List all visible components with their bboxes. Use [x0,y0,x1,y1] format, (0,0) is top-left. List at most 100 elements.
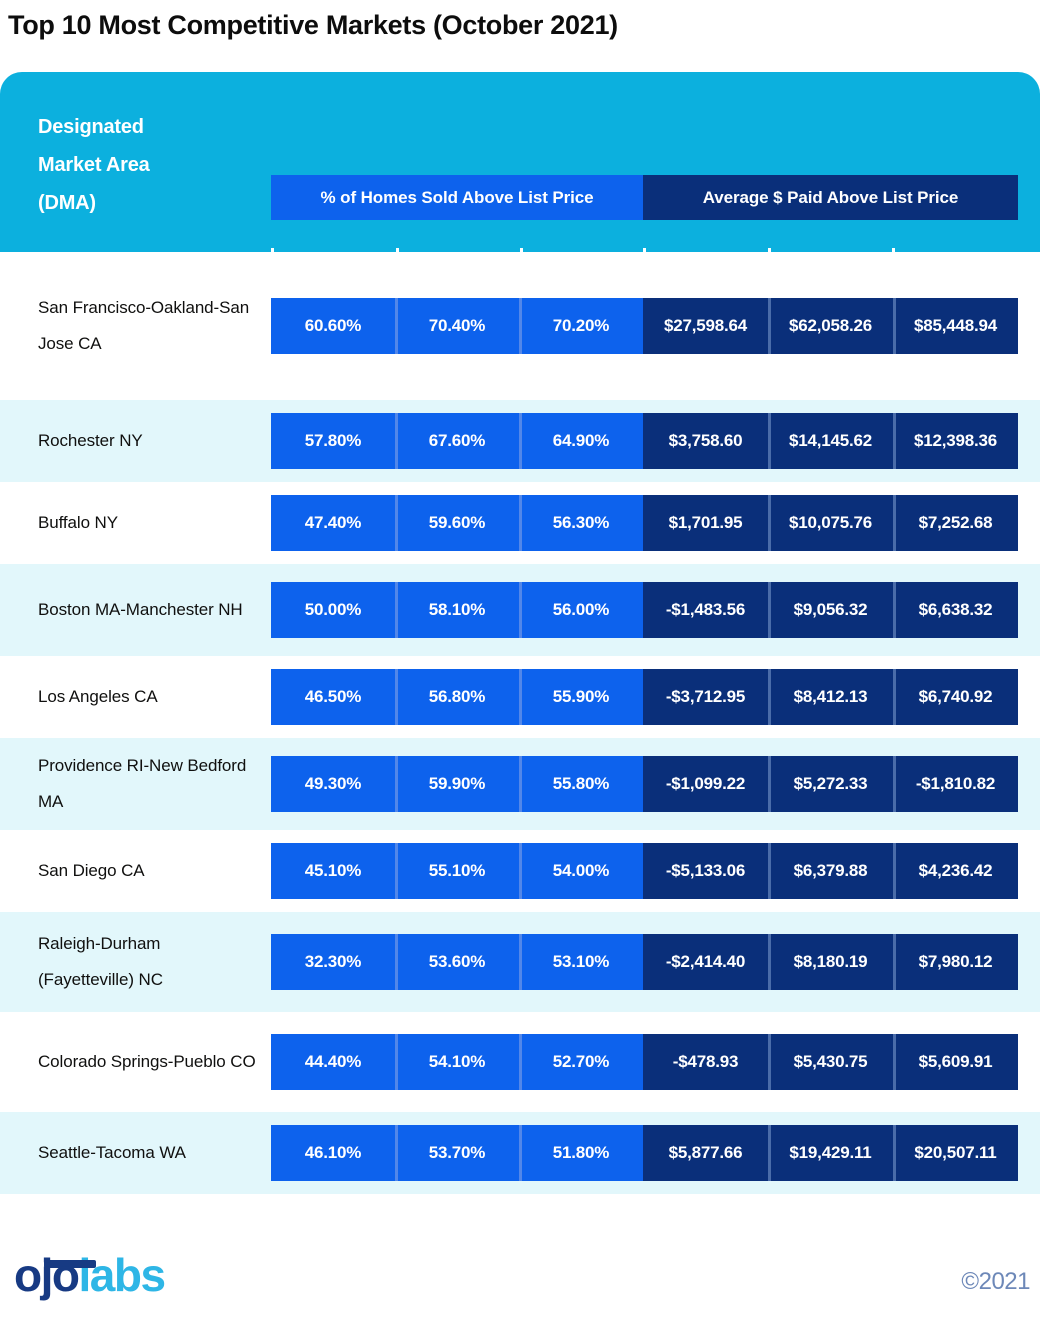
row-values: 32.30% 53.60% 53.10% -$2,414.40 $8,180.19 $7,… [271,934,1018,990]
cell-dollar-1: $14,145.62 [768,413,893,469]
row-values: 47.40% 59.60% 56.30% $1,701.95 $10,075.76 $7,… [271,495,1018,551]
table-row: Boston MA-Manchester NH 50.00% 58.10% 56.00… [0,564,1040,656]
row-values: 50.00% 58.10% 56.00% -$1,483.56 $9,056.32 $6,… [271,582,1018,638]
markets-table: Designated Market Area (DMA) % of Homes … [0,72,1040,1194]
cell-percent-2: 70.20% [519,298,643,354]
cell-dollar-0: $1,701.95 [643,495,768,551]
market-name: Providence RI-New Bedford MA [38,756,247,811]
cell-percent-1: 67.60% [395,413,519,469]
row-header-line-3: (DMA) [38,192,96,214]
cell-percent-2: 51.80% [519,1125,643,1181]
cell-percent-1: 59.60% [395,495,519,551]
cell-dollar-2: $4,236.42 [893,843,1018,899]
row-header-line-1: Designated [38,116,144,138]
cell-dollar-0: -$3,712.95 [643,669,768,725]
cell-percent-2: 52.70% [519,1034,643,1090]
cell-dollar-1: $6,379.88 [768,843,893,899]
cell-dollar-2: $6,740.92 [893,669,1018,725]
cell-dollar-1: $10,075.76 [768,495,893,551]
cell-dollar-1: $9,056.32 [768,582,893,638]
cell-dollar-1: $19,429.11 [768,1125,893,1181]
cell-dollar-2: $7,252.68 [893,495,1018,551]
cell-dollar-0: $27,598.64 [643,298,768,354]
market-name: Raleigh-Durham (Fayetteville) NC [38,934,163,989]
row-values: 60.60% 70.40% 70.20% $27,598.64 $62,058.26 $8… [271,298,1018,354]
cell-percent-1: 54.10% [395,1034,519,1090]
cell-dollar-0: -$5,133.06 [643,843,768,899]
row-values: 49.30% 59.90% 55.80% -$1,099.22 $5,272.33 -$1… [271,756,1018,812]
table-row: Los Angeles CA 46.50% 56.80% 55.90% -$3,712.… [0,656,1040,738]
market-name: San Diego CA [38,861,145,880]
row-values: 45.10% 55.10% 54.00% -$5,133.06 $6,379.88 $4,… [271,843,1018,899]
cell-dollar-2: $85,448.94 [893,298,1018,354]
table-body: San Francisco-Oakland-San Jose CA 60.60% 7… [0,252,1040,1194]
cell-dollar-2: $5,609.91 [893,1034,1018,1090]
cell-percent-2: 55.80% [519,756,643,812]
market-name: Los Angeles CA [38,687,158,706]
cell-percent-0: 60.60% [271,298,395,354]
cell-percent-0: 49.30% [271,756,395,812]
cell-dollar-2: $6,638.32 [893,582,1018,638]
table-row: Providence RI-New Bedford MA 49.30% 59.90%… [0,738,1040,830]
market-name: Seattle-Tacoma WA [38,1143,186,1162]
cell-dollar-0: -$2,414.40 [643,934,768,990]
logo-ojo-text: ojo [14,1249,80,1301]
cell-percent-0: 50.00% [271,582,395,638]
table-row: Buffalo NY 47.40% 59.60% 56.30% $1,701.95 $10… [0,482,1040,564]
page-title: Top 10 Most Competitive Markets (October… [8,10,618,40]
market-name: San Francisco-Oakland-San Jose CA [38,298,250,353]
cell-percent-2: 64.90% [519,413,643,469]
cell-percent-2: 55.90% [519,669,643,725]
market-name: Rochester NY [38,431,143,450]
row-values: 57.80% 67.60% 64.90% $3,758.60 $14,145.62 $12… [271,413,1018,469]
table-row: San Diego CA 45.10% 55.10% 54.00% -$5,133.06… [0,830,1040,912]
cell-percent-1: 53.60% [395,934,519,990]
row-header-label: Designated Market Area (DMA) [38,108,253,222]
cell-percent-2: 53.10% [519,934,643,990]
market-name: Boston MA-Manchester NH [38,600,243,619]
group-header-avg-dollar: Average $ Paid Above List Price [643,175,1018,220]
cell-percent-1: 55.10% [395,843,519,899]
row-values: 46.10% 53.70% 51.80% $5,877.66 $19,429.11 $20… [271,1125,1018,1181]
cell-percent-1: 70.40% [395,298,519,354]
cell-dollar-2: $7,980.12 [893,934,1018,990]
table-header: Designated Market Area (DMA) % of Homes … [0,72,1040,482]
cell-percent-0: 32.30% [271,934,395,990]
cell-percent-1: 59.90% [395,756,519,812]
cell-percent-2: 54.00% [519,843,643,899]
table-row: Raleigh-Durham (Fayetteville) NC 32.30% 53… [0,912,1040,1012]
group-header-percent-sold: % of Homes Sold Above List Price [271,175,643,220]
table-row: Colorado Springs-Pueblo CO 44.40% 54.10% 52… [0,1012,1040,1112]
cell-percent-0: 46.10% [271,1125,395,1181]
cell-percent-1: 58.10% [395,582,519,638]
row-values: 46.50% 56.80% 55.90% -$3,712.95 $8,412.13 $6,… [271,669,1018,725]
table-row: Rochester NY 57.80% 67.60% 64.90% $3,758.60 $… [0,400,1040,482]
cell-dollar-2: -$1,810.82 [893,756,1018,812]
table-row: San Francisco-Oakland-San Jose CA 60.60% 7… [0,252,1040,400]
cell-percent-1: 53.70% [395,1125,519,1181]
cell-dollar-1: $62,058.26 [768,298,893,354]
cell-percent-2: 56.00% [519,582,643,638]
row-header-line-2: Market Area [38,154,150,176]
cell-dollar-2: $12,398.36 [893,413,1018,469]
cell-dollar-1: $5,430.75 [768,1034,893,1090]
row-values: 44.40% 54.10% 52.70% -$478.93 $5,430.75 $5,60… [271,1034,1018,1090]
cell-percent-2: 56.30% [519,495,643,551]
cell-dollar-2: $20,507.11 [893,1125,1018,1181]
cell-dollar-0: $5,877.66 [643,1125,768,1181]
cell-dollar-1: $8,180.19 [768,934,893,990]
cell-dollar-0: $3,758.60 [643,413,768,469]
cell-dollar-1: $5,272.33 [768,756,893,812]
footer: ojolabs ©2021 [0,1240,1040,1321]
copyright-text: ©2021 [961,1268,1030,1295]
cell-percent-0: 57.80% [271,413,395,469]
market-name: Colorado Springs-Pueblo CO [38,1052,256,1071]
cell-percent-0: 46.50% [271,669,395,725]
infographic-page: Top 10 Most Competitive Markets (October… [0,0,1040,1321]
cell-percent-1: 56.80% [395,669,519,725]
cell-percent-0: 44.40% [271,1034,395,1090]
cell-dollar-0: -$1,483.56 [643,582,768,638]
table-row: Seattle-Tacoma WA 46.10% 53.70% 51.80% $5,87… [0,1112,1040,1194]
cell-dollar-1: $8,412.13 [768,669,893,725]
logo-labs-text: labs [78,1249,166,1301]
